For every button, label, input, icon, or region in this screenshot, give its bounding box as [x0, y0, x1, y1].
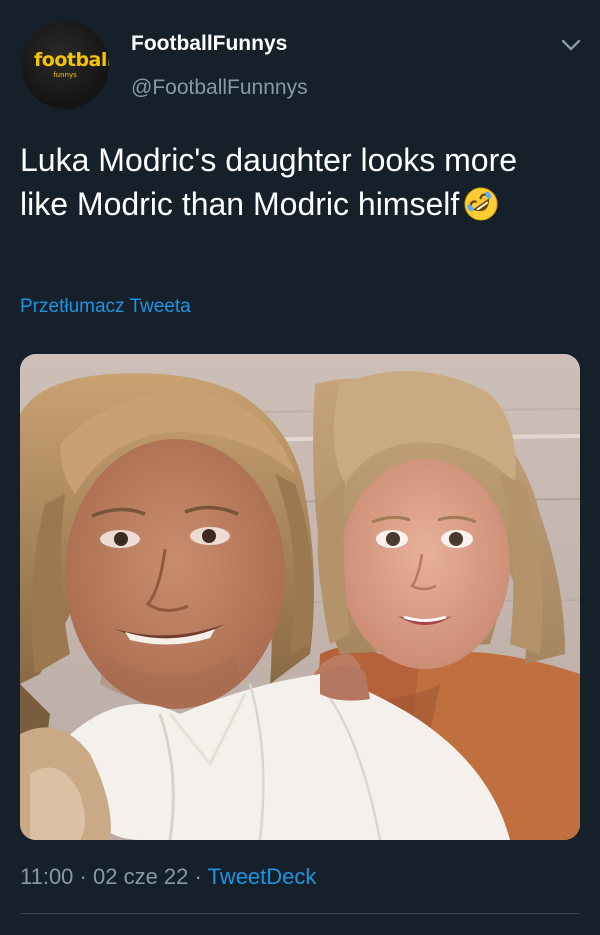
- user-handle[interactable]: @FootballFunnnys: [131, 77, 308, 98]
- avatar[interactable]: football funnys: [21, 21, 109, 109]
- tweet-body: Luka Modric's daughter looks more like M…: [20, 142, 518, 222]
- tweet-date: 02 cze 22: [93, 864, 189, 889]
- divider: [20, 913, 580, 914]
- avatar-logo-subtext: funnys: [53, 71, 77, 79]
- tweet-card: football funnys FootballFunnys @Football…: [0, 0, 600, 935]
- photo-illustration: [20, 354, 580, 840]
- tweet-meta: 11:00 · 02 cze 22 · TweetDeck: [20, 866, 316, 888]
- display-name[interactable]: FootballFunnys: [131, 33, 287, 54]
- chevron-down-icon[interactable]: [560, 37, 582, 53]
- tweet-text: Luka Modric's daughter looks more like M…: [20, 138, 540, 226]
- tweet-source-link[interactable]: TweetDeck: [208, 864, 317, 889]
- meta-separator: ·: [79, 864, 87, 889]
- avatar-logo-text: football: [34, 49, 109, 71]
- tweet-time: 11:00: [20, 864, 74, 889]
- tweet-photo[interactable]: [20, 354, 580, 840]
- translate-tweet-link[interactable]: Przetłumacz Tweeta: [20, 297, 191, 316]
- meta-separator: ·: [194, 864, 202, 889]
- rolling-laughing-emoji-icon: [464, 187, 498, 221]
